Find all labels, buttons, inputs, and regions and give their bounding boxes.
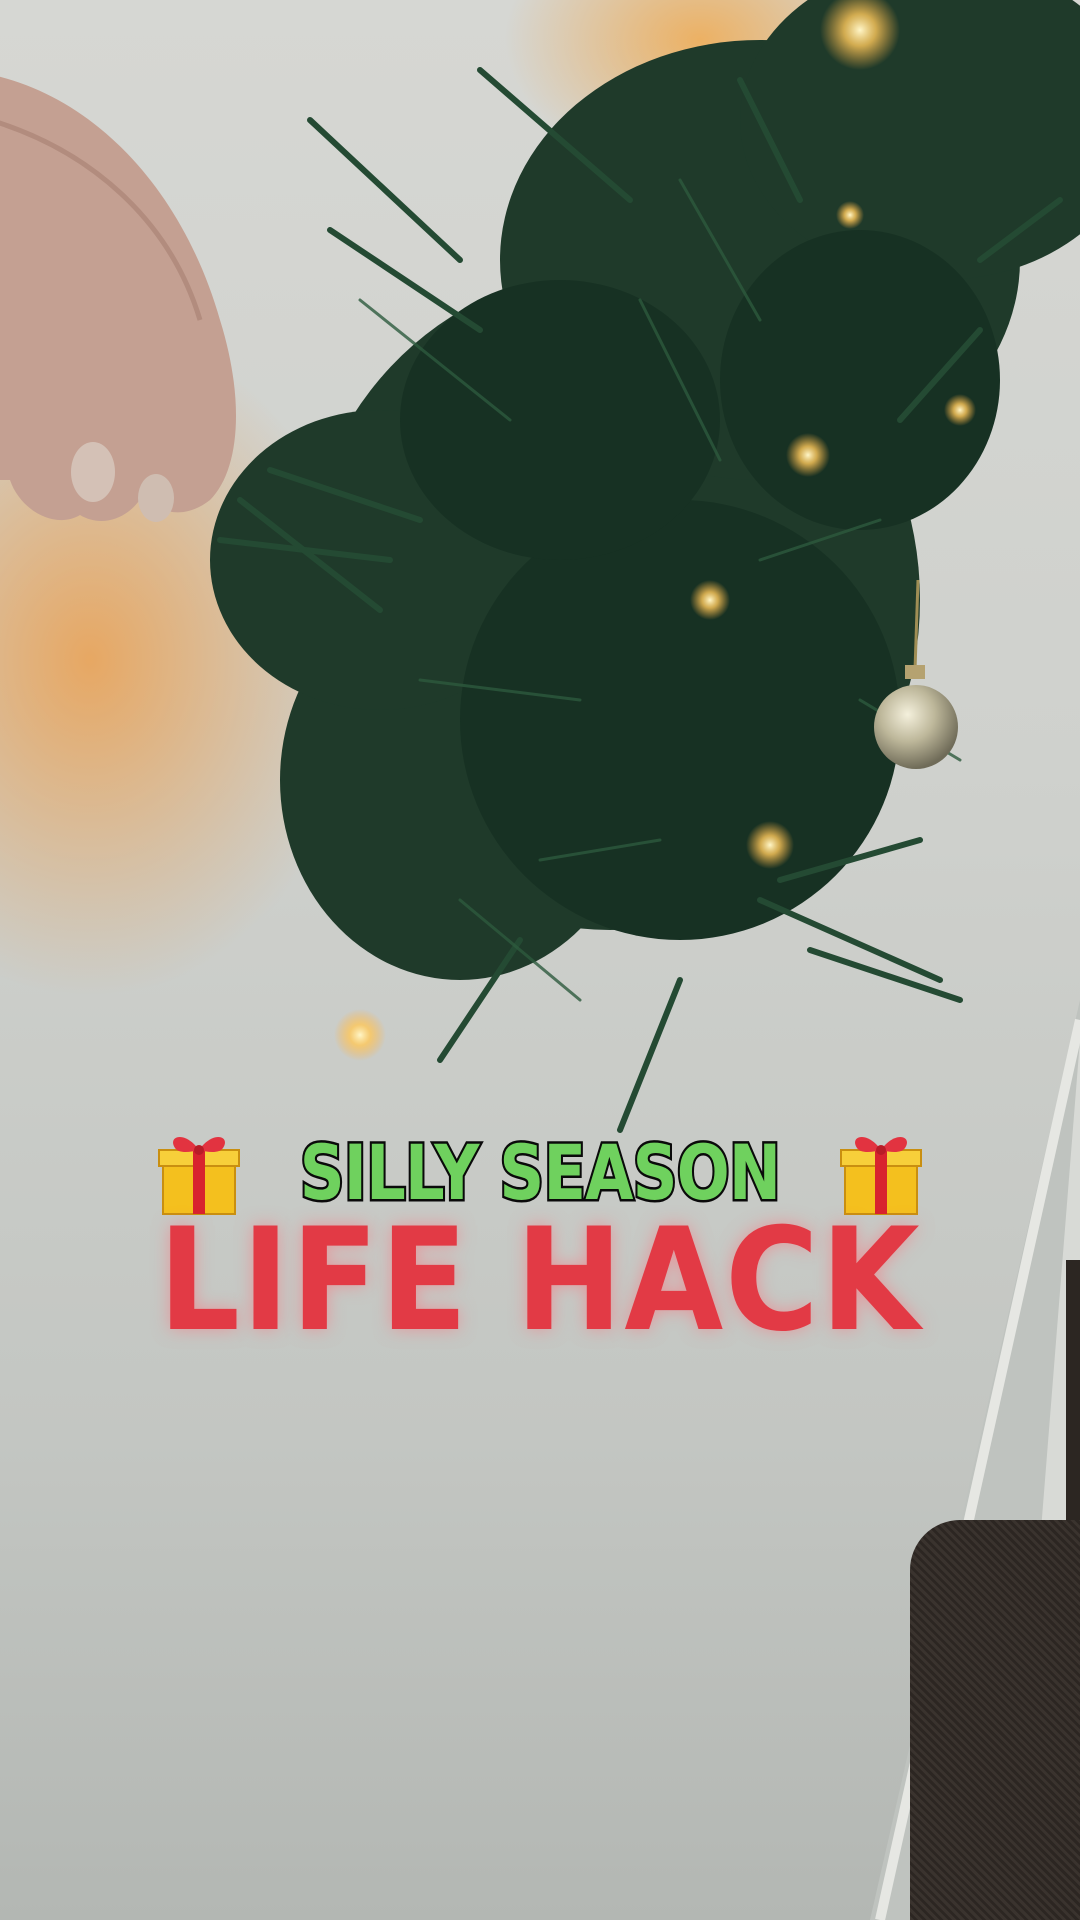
christmas-garland bbox=[210, 0, 1080, 1133]
photo-scene bbox=[0, 0, 1080, 1920]
carpet-edge bbox=[1066, 1260, 1080, 1520]
overlay-subtitle: LIFE HACK bbox=[158, 1198, 922, 1363]
hand bbox=[0, 76, 236, 522]
carpet-stair bbox=[910, 1520, 1080, 1920]
